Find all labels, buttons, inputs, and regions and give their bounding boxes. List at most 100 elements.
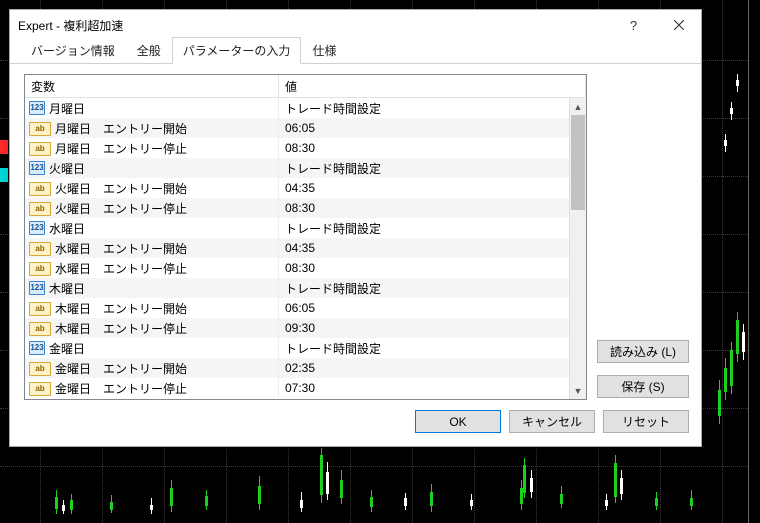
- string-type-icon: ab: [29, 362, 51, 376]
- param-name-cell[interactable]: 123 金曜日: [25, 338, 279, 358]
- param-value-cell[interactable]: 08:30: [279, 138, 569, 158]
- ok-button[interactable]: OK: [415, 410, 501, 433]
- param-name-cell[interactable]: 123水曜日: [25, 218, 279, 238]
- param-name-cell[interactable]: ab火曜日 エントリー開始: [25, 178, 279, 198]
- param-value-cell[interactable]: 04:35: [279, 238, 569, 258]
- table-row[interactable]: ab 木曜日 エントリー停止 09:30: [25, 318, 569, 338]
- param-name-cell[interactable]: ab 木曜日 エントリー開始: [25, 298, 279, 318]
- string-type-icon: ab: [29, 142, 51, 156]
- param-name-cell[interactable]: ab 月曜日 エントリー開始: [25, 118, 279, 138]
- param-name-cell[interactable]: ab 月曜日 エントリー停止: [25, 138, 279, 158]
- reset-button[interactable]: リセット: [603, 410, 689, 433]
- scrollbar-thumb[interactable]: [571, 115, 585, 210]
- param-name-cell[interactable]: ab 水曜日 エントリー停止: [25, 258, 279, 278]
- param-name-label: 水曜日 エントリー開始: [55, 240, 187, 257]
- param-value-cell[interactable]: 02:35: [279, 358, 569, 378]
- side-button-panel: 読み込み (L) 保存 (S): [597, 74, 689, 400]
- param-name-label: 金曜日 エントリー停止: [55, 380, 187, 397]
- param-value-cell[interactable]: 06:05: [279, 118, 569, 138]
- param-value-cell[interactable]: 09:30: [279, 318, 569, 338]
- table-row[interactable]: ab 月曜日 エントリー停止 08:30: [25, 138, 569, 158]
- string-type-icon: ab: [29, 382, 51, 396]
- string-type-icon: ab: [29, 182, 51, 196]
- scroll-up-icon[interactable]: ▲: [570, 98, 586, 115]
- param-value-cell[interactable]: 08:30: [279, 258, 569, 278]
- number-type-icon: 123: [29, 101, 45, 115]
- string-type-icon: ab: [29, 202, 51, 216]
- chart-marker-cyan: [0, 168, 8, 182]
- close-icon: [674, 20, 684, 30]
- column-header-name[interactable]: 変数: [25, 75, 279, 97]
- string-type-icon: ab: [29, 322, 51, 336]
- cancel-button[interactable]: キャンセル: [509, 410, 595, 433]
- table-row[interactable]: ab火曜日 エントリー開始04:35: [25, 178, 569, 198]
- tab-2[interactable]: パラメーターの入力: [172, 37, 302, 64]
- scroll-down-icon[interactable]: ▼: [570, 382, 586, 399]
- table-row[interactable]: ab 水曜日 エントリー開始 04:35: [25, 238, 569, 258]
- param-value-cell[interactable]: 08:30: [279, 198, 569, 218]
- string-type-icon: ab: [29, 242, 51, 256]
- help-icon: ?: [630, 18, 637, 33]
- param-name-label: 火曜日 エントリー停止: [55, 200, 187, 217]
- param-name-label: 金曜日: [49, 340, 85, 357]
- close-button[interactable]: [656, 11, 701, 40]
- param-name-cell[interactable]: ab 水曜日 エントリー開始: [25, 238, 279, 258]
- tab-3[interactable]: 仕様: [301, 37, 347, 64]
- param-value-cell[interactable]: トレード時間設定: [279, 218, 569, 238]
- string-type-icon: ab: [29, 122, 51, 136]
- param-name-label: 月曜日: [49, 100, 85, 117]
- table-header: 変数 値: [25, 75, 586, 98]
- param-name-cell[interactable]: 123 月曜日: [25, 98, 279, 118]
- param-value-cell[interactable]: 07:30: [279, 378, 569, 398]
- param-name-cell[interactable]: ab 木曜日 エントリー停止: [25, 318, 279, 338]
- table-row[interactable]: ab 月曜日 エントリー開始 06:05: [25, 118, 569, 138]
- param-name-cell[interactable]: ab 金曜日 エントリー停止: [25, 378, 279, 398]
- string-type-icon: ab: [29, 302, 51, 316]
- window-title: Expert - 複利超加速: [18, 17, 611, 34]
- table-row[interactable]: 123 木曜日 トレード時間設定: [25, 278, 569, 298]
- chart-marker-red: [0, 140, 8, 154]
- table-row[interactable]: 123火曜日トレード時間設定: [25, 158, 569, 178]
- param-value-cell[interactable]: 04:35: [279, 178, 569, 198]
- table-row[interactable]: ab 水曜日 エントリー停止 08:30: [25, 258, 569, 278]
- param-name-label: 水曜日: [49, 220, 85, 237]
- table-row[interactable]: 123 月曜日 トレード時間設定: [25, 98, 569, 118]
- param-name-label: 水曜日 エントリー停止: [55, 260, 187, 277]
- param-name-cell[interactable]: 123火曜日: [25, 158, 279, 178]
- param-name-cell[interactable]: ab 金曜日 エントリー開始: [25, 358, 279, 378]
- load-button[interactable]: 読み込み (L): [597, 340, 689, 363]
- expert-dialog: Expert - 複利超加速 ? バージョン情報全般パラメーターの入力仕様 変数…: [9, 9, 702, 447]
- save-button[interactable]: 保存 (S): [597, 375, 689, 398]
- tab-0[interactable]: バージョン情報: [20, 37, 126, 64]
- param-value-cell[interactable]: トレード時間設定: [279, 338, 569, 358]
- table-row[interactable]: 123 金曜日 トレード時間設定: [25, 338, 569, 358]
- table-row[interactable]: ab 木曜日 エントリー開始 06:05: [25, 298, 569, 318]
- param-name-label: 木曜日 エントリー開始: [55, 300, 187, 317]
- tabstrip: バージョン情報全般パラメーターの入力仕様: [10, 40, 701, 64]
- parameters-table: 変数 値 123月曜日トレード時間設定ab月曜日 エントリー開始06:05ab月…: [24, 74, 587, 400]
- param-value-cell[interactable]: トレード時間設定: [279, 278, 569, 298]
- param-name-label: 木曜日: [49, 280, 85, 297]
- param-name-label: 月曜日 エントリー開始: [55, 120, 187, 137]
- param-name-label: 金曜日 エントリー開始: [55, 360, 187, 377]
- table-row[interactable]: ab 金曜日 エントリー停止 07:30: [25, 378, 569, 398]
- param-name-cell[interactable]: ab 火曜日 エントリー停止: [25, 198, 279, 218]
- vertical-scrollbar[interactable]: ▲ ▼: [569, 98, 586, 399]
- number-type-icon: 123: [29, 281, 45, 295]
- param-value-cell[interactable]: 06:05: [279, 298, 569, 318]
- param-value-cell[interactable]: トレード時間設定: [279, 98, 569, 118]
- dialog-footer: OK キャンセル リセット: [10, 404, 701, 446]
- param-name-label: 木曜日 エントリー停止: [55, 320, 187, 337]
- param-value-cell[interactable]: トレード時間設定: [279, 158, 569, 178]
- table-row[interactable]: ab 金曜日 エントリー開始 02:35: [25, 358, 569, 378]
- param-name-label: 月曜日 エントリー停止: [55, 140, 187, 157]
- tab-1[interactable]: 全般: [126, 37, 172, 64]
- number-type-icon: 123: [29, 341, 45, 355]
- column-header-value[interactable]: 値: [279, 75, 586, 97]
- help-button[interactable]: ?: [611, 11, 656, 40]
- string-type-icon: ab: [29, 262, 51, 276]
- table-row[interactable]: ab 火曜日 エントリー停止 08:30: [25, 198, 569, 218]
- table-row[interactable]: 123水曜日トレード時間設定: [25, 218, 569, 238]
- param-name-cell[interactable]: 123 木曜日: [25, 278, 279, 298]
- param-name-label: 火曜日: [49, 160, 85, 177]
